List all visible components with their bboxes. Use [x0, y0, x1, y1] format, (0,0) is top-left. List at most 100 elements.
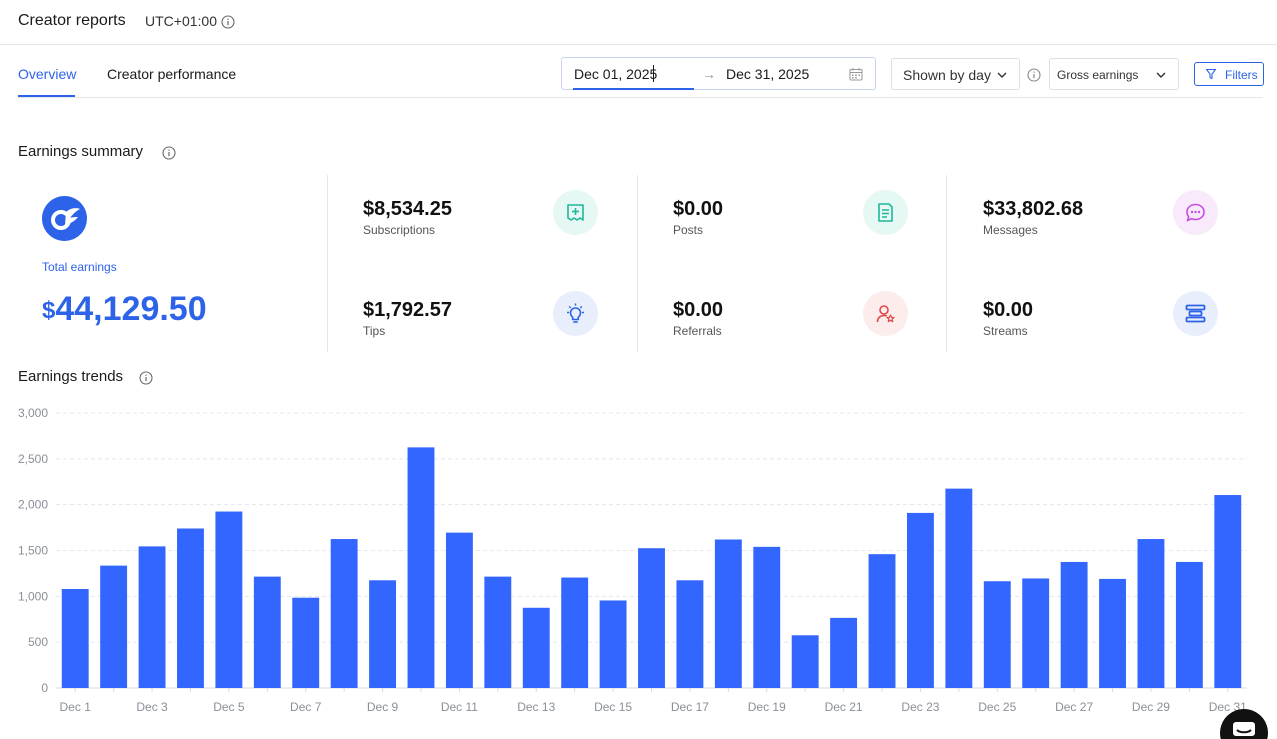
metric-referrals: $0.00 Referrals [673, 291, 953, 359]
bar[interactable] [599, 600, 627, 688]
bar[interactable] [1214, 495, 1242, 688]
bar[interactable] [330, 539, 358, 688]
x-tick-label: Dec 19 [748, 700, 786, 714]
bar[interactable] [61, 589, 89, 688]
y-tick-label: 1,000 [18, 589, 48, 603]
bar[interactable] [791, 635, 819, 688]
metric-tips: $1,792.57 Tips [363, 291, 643, 359]
bar[interactable] [138, 546, 166, 688]
metric-label: Referrals [673, 324, 722, 338]
bar[interactable] [1060, 561, 1088, 688]
referrals-icon [863, 291, 908, 336]
group-by-value: Shown by day [903, 67, 991, 83]
tab-overview[interactable]: Overview [18, 66, 76, 82]
bar[interactable] [292, 597, 320, 688]
y-tick-label: 2,000 [18, 498, 48, 512]
y-tick-label: 1,500 [18, 544, 48, 558]
bar[interactable] [215, 511, 243, 688]
bar[interactable] [100, 565, 128, 688]
bar[interactable] [369, 580, 397, 688]
info-icon[interactable] [139, 371, 153, 385]
date-range-arrow: → [702, 66, 716, 82]
y-tick-label: 0 [41, 681, 48, 695]
x-tick-label: Dec 29 [1132, 700, 1170, 714]
filters-button[interactable]: Filters [1194, 62, 1264, 86]
bar[interactable] [830, 617, 858, 688]
x-tick-label: Dec 11 [441, 700, 478, 714]
tips-icon [553, 291, 598, 336]
x-tick-label: Dec 7 [290, 700, 322, 714]
metric-value: $33,802.68 [983, 198, 1084, 220]
tab-creator-performance[interactable]: Creator performance [107, 66, 236, 82]
metric-value: $1,792.57 [363, 299, 452, 321]
metric-label: Messages [983, 223, 1038, 237]
total-earnings-value: $44,129.50 [42, 290, 207, 329]
earnings-trends-title: Earnings trends [18, 368, 124, 385]
bar[interactable] [177, 528, 204, 689]
earnings-summary-title: Earnings summary [18, 143, 144, 160]
x-tick-label: Dec 27 [1055, 700, 1093, 714]
x-tick-label: Dec 15 [594, 700, 632, 714]
info-icon[interactable] [1027, 68, 1041, 82]
date-range-picker[interactable]: Dec 01, 2025 → Dec 31, 2025 [561, 57, 876, 90]
bar[interactable] [484, 576, 512, 688]
currency-symbol: $ [42, 297, 56, 324]
x-tick-label: Dec 17 [671, 700, 709, 714]
filters-label: Filters [1225, 68, 1258, 82]
bar[interactable] [522, 607, 550, 688]
earnings-type-select[interactable]: Gross earnings [1049, 58, 1179, 90]
date-end-input[interactable]: Dec 31, 2025 [726, 66, 809, 82]
date-start-input[interactable]: Dec 01, 2025 [574, 66, 657, 82]
streams-icon [1173, 291, 1218, 336]
bar[interactable] [753, 546, 781, 688]
x-tick-label: Dec 1 [60, 700, 92, 714]
support-chat-button[interactable] [1220, 709, 1268, 739]
bar[interactable] [1022, 578, 1050, 688]
column-divider [327, 175, 328, 352]
metric-value: $0.00 [673, 299, 724, 321]
metric-messages: $33,802.68 Messages [983, 190, 1263, 258]
calendar-icon[interactable] [849, 67, 863, 81]
info-icon[interactable] [162, 146, 176, 160]
earnings-trends-chart: 0 500 1,000 1,500 2,000 2,500 3,000 Dec 1 Dec 3 D… [18, 406, 1247, 714]
bar[interactable] [253, 576, 281, 688]
x-tick-label: Dec 3 [136, 700, 168, 714]
toolbar: Overview Creator performance Dec 01, 202… [0, 45, 1277, 99]
bar[interactable] [1175, 561, 1203, 688]
bar[interactable] [1099, 578, 1126, 688]
bar[interactable] [945, 488, 973, 688]
bar[interactable] [906, 512, 934, 688]
x-tick-label: Dec 13 [517, 700, 555, 714]
metric-label: Subscriptions [363, 223, 436, 237]
bar[interactable] [445, 532, 473, 688]
x-tick-label: Dec 9 [367, 700, 399, 714]
bar[interactable] [638, 548, 665, 688]
page-title: Creator reports [18, 12, 126, 29]
bar[interactable] [868, 554, 896, 688]
info-icon[interactable] [221, 15, 235, 29]
metric-label: Tips [363, 324, 386, 338]
x-tick-label: Dec 21 [825, 700, 863, 714]
subscriptions-icon [553, 190, 598, 235]
y-tick-label: 500 [28, 635, 48, 649]
posts-icon [863, 190, 908, 235]
chevron-down-icon [1156, 72, 1166, 78]
chat-icon [1233, 722, 1255, 736]
group-by-select[interactable]: Shown by day [891, 58, 1020, 90]
bar[interactable] [1137, 539, 1165, 688]
filter-icon [1205, 68, 1217, 80]
earnings-type-value: Gross earnings [1057, 68, 1139, 82]
total-earnings-amount: 44,129.50 [55, 290, 207, 328]
date-start-focus-line [573, 88, 694, 90]
tabs-divider [18, 97, 1263, 98]
bar[interactable] [407, 447, 435, 688]
bar[interactable] [714, 539, 742, 689]
bar[interactable] [561, 577, 589, 688]
x-tick-label: Dec 23 [901, 700, 939, 714]
metric-value: $0.00 [673, 198, 724, 220]
metric-label: Streams [983, 324, 1028, 338]
bar[interactable] [676, 580, 704, 688]
bar[interactable] [983, 581, 1011, 688]
total-earnings-label: Total earnings [42, 260, 117, 274]
metric-subscriptions: $8,534.25 Subscriptions [363, 190, 643, 258]
